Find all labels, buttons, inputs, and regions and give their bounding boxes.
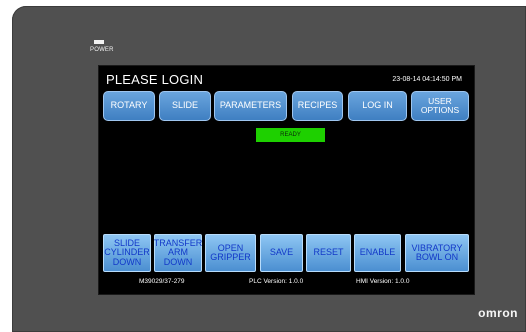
page-title: PLEASE LOGIN <box>106 72 204 87</box>
slide-button[interactable]: SLIDE <box>159 91 211 121</box>
transfer-arm-down-button[interactable]: TRANSFER ARM DOWN <box>154 234 202 272</box>
status-badge: READY <box>256 128 325 142</box>
power-indicator-icon <box>94 40 104 44</box>
hmi-bezel: POWER PLEASE LOGIN 23-08-14 04:14:50 PM … <box>12 6 526 332</box>
omron-logo: omron <box>478 306 518 320</box>
plc-version: PLC Version: 1.0.0 <box>249 278 304 285</box>
slide-cylinder-down-button[interactable]: SLIDE CYLINDER DOWN <box>103 234 151 272</box>
parameters-button[interactable]: PARAMETERS <box>214 91 287 121</box>
power-label: POWER <box>90 47 114 53</box>
enable-button[interactable]: ENABLE <box>354 234 401 272</box>
user-options-button[interactable]: USER OPTIONS <box>411 91 469 121</box>
hmi-version: HMI Version: 1.0.0 <box>356 278 410 285</box>
open-gripper-button[interactable]: OPEN GRIPPER <box>205 234 256 272</box>
recipes-button[interactable]: RECIPES <box>292 91 343 121</box>
hmi-screen: PLEASE LOGIN 23-08-14 04:14:50 PM ROTARY… <box>98 65 475 295</box>
reset-button[interactable]: RESET <box>306 234 351 272</box>
model-number: M39029/37-279 <box>139 278 185 285</box>
rotary-button[interactable]: ROTARY <box>103 91 155 121</box>
save-button[interactable]: SAVE <box>260 234 303 272</box>
vibratory-bowl-on-button[interactable]: VIBRATORY BOWL ON <box>405 234 469 272</box>
screen-header: PLEASE LOGIN 23-08-14 04:14:50 PM <box>99 66 474 88</box>
log-in-button[interactable]: LOG IN <box>348 91 407 121</box>
datetime-display: 23-08-14 04:14:50 PM <box>392 76 462 83</box>
